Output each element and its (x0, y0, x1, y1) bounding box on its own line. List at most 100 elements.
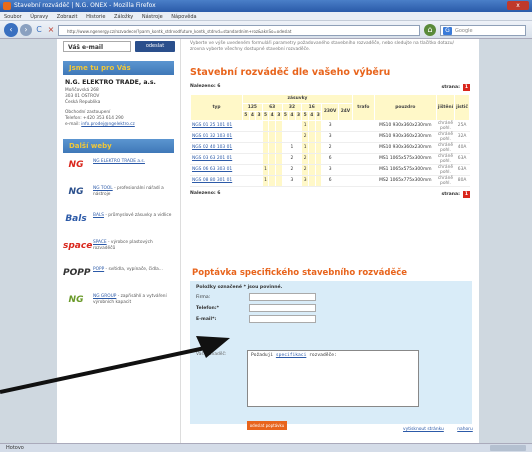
web-link[interactable]: SPACE (93, 240, 107, 245)
specifikace-link[interactable]: specifikaci (276, 353, 306, 358)
pouzdro-cell: MS10 930x360x230mm (373, 141, 437, 154)
menu-bookmarks[interactable]: Záložky (114, 14, 133, 20)
table-cell (242, 163, 250, 176)
table-cell (281, 174, 290, 187)
trafo-cell (351, 163, 375, 176)
message-textarea[interactable]: Požaduji specifikaci rozvaděče: (247, 350, 419, 407)
table-cell (274, 174, 283, 187)
menu-history[interactable]: Historie (86, 14, 105, 20)
page-number[interactable]: 1 (463, 84, 470, 91)
newsletter-submit-button[interactable]: odeslat (135, 41, 175, 52)
print-page-link[interactable]: vytisknout stránku (403, 427, 444, 432)
results-count: Nalezeno: 6 (190, 190, 221, 196)
table-cell (294, 141, 303, 154)
pouzdro-cell: MS1 1065x575x300mm (373, 163, 437, 176)
forward-button[interactable]: › (20, 24, 32, 36)
address-bar[interactable]: http://www.ngenergy.cz/rozvadece/?parm_k… (58, 25, 420, 36)
web-link[interactable]: POPP (93, 267, 104, 272)
product-link[interactable]: NGS 08 80 301 01 (192, 178, 232, 183)
table-cell: 2 (301, 152, 309, 165)
reload-button[interactable]: C (33, 24, 45, 36)
search-bar[interactable]: G Google (440, 25, 526, 36)
home-button[interactable]: ⌂ (424, 24, 436, 36)
table-cell: 6 (321, 152, 340, 165)
table-cell (281, 152, 290, 165)
table-cell (261, 141, 270, 154)
web-link[interactable]: BALS (93, 213, 104, 218)
status-text: Hotovo (6, 445, 24, 451)
web-item[interactable]: NG NG TOOL - profesionální nářadí a nástr… (63, 184, 174, 207)
product-link[interactable]: NGS 01 25 101 01 (192, 123, 232, 128)
results-body: NGS 01 25 101 01 1 3 MS10 930x360x230mm chrá… (190, 119, 470, 187)
table-row[interactable]: NGS 06 63 303 01 1 2 2 3 MS1 1065x575x300mm ch… (190, 163, 470, 176)
message-text: rozvaděče: (306, 353, 337, 358)
web-logo: POPP (63, 268, 91, 278)
jisteni-cell: chráně pohl. (435, 119, 456, 132)
stop-button[interactable]: × (45, 24, 57, 36)
table-cell (268, 163, 276, 176)
web-link[interactable]: NG TOOL (93, 186, 113, 191)
sub-header: 24V (338, 102, 353, 121)
email-label: E-mail*: (196, 317, 217, 322)
web-logo: NG (68, 295, 84, 305)
telefon-label: Telefon:* (196, 306, 219, 311)
menu-view[interactable]: Zobrazit (57, 14, 78, 20)
close-window-button[interactable]: x (507, 1, 529, 10)
table-row[interactable]: NGS 08 80 301 01 1 3 3 6 MS2 1065x775x300mm ch… (190, 174, 470, 187)
table-cell (307, 141, 316, 154)
table-row[interactable]: NGS 01 25 101 01 1 3 MS10 930x360x230mm chrá… (190, 119, 470, 132)
table-cell (268, 119, 276, 132)
sub-header: 125 (242, 102, 263, 112)
table-row[interactable]: NGS 03 63 201 01 2 2 6 MS1 1065x575x300mm chr… (190, 152, 470, 165)
web-item[interactable]: space SPACE - výrobce plastových rozvaděč… (63, 238, 174, 261)
web-item[interactable]: NG NG GROUP - zapřisáhlí a vytváření výro… (63, 292, 174, 315)
web-link[interactable]: NG ELEKTRO TRADE a.s. (93, 159, 145, 164)
table-cell: 3 (321, 163, 340, 176)
web-link[interactable]: NG GROUP (93, 294, 116, 299)
trafo-cell (351, 141, 375, 154)
table-cell (268, 141, 276, 154)
web-description: SPACE - výrobce plastových rozvaděčů (93, 240, 175, 251)
product-link[interactable]: NGS 01 32 103 01 (192, 134, 232, 139)
pouzdro-cell: MS10 930x360x230mm (373, 130, 437, 143)
web-item[interactable]: POPP POPP - svítidla, vypínače, čidla... (63, 265, 174, 288)
firma-input[interactable] (249, 293, 316, 301)
table-cell (314, 152, 323, 165)
jisteni-cell: chráně pohl. (435, 141, 456, 154)
product-link[interactable]: NGS 03 63 201 01 (192, 156, 232, 161)
product-link[interactable]: NGS 02 40 103 01 (192, 145, 232, 150)
status-indicator (490, 445, 526, 451)
table-cell: 1 (261, 174, 270, 187)
table-cell (294, 119, 303, 132)
table-cell (294, 130, 303, 143)
web-item[interactable]: Bals BALS - průmyslové zásuvky a vidlice (63, 211, 174, 234)
table-cell (242, 174, 250, 187)
email-input[interactable] (249, 315, 316, 323)
telefon-input[interactable] (249, 304, 316, 312)
table-cell (288, 119, 296, 132)
table-row[interactable]: NGS 01 32 103 01 2 3 MS10 930x360x230mm chrá… (190, 130, 470, 143)
table-cell: 1 (301, 119, 309, 132)
page-number[interactable]: 1 (463, 190, 470, 198)
menu-tools[interactable]: Nástroje (142, 14, 163, 20)
back-to-top-link[interactable]: nahoru (457, 427, 473, 432)
table-cell (255, 130, 263, 143)
email-link[interactable]: info.prodej@ngelektro.cz (81, 122, 135, 127)
menu-edit[interactable]: Úpravy (30, 14, 48, 20)
email-input[interactable]: Váš e-mail (63, 41, 131, 52)
table-row[interactable]: NGS 02 40 103 01 1 1 2 MS10 930x360x230mm chr… (190, 141, 470, 154)
message-label: Váš rozvaděč: (196, 352, 227, 357)
nav-toolbar: ‹ › C × http://www.ngenergy.cz/rozvadece… (0, 21, 532, 39)
product-link[interactable]: NGS 06 63 303 01 (192, 167, 232, 172)
menu-help[interactable]: Nápověda (171, 14, 196, 20)
jistic-cell: 40A (454, 141, 470, 154)
search-placeholder: Google (455, 28, 473, 34)
table-cell (274, 119, 283, 132)
back-button[interactable]: ‹ (4, 23, 18, 37)
menu-file[interactable]: Soubor (4, 14, 22, 20)
jistic-cell: 80A (454, 174, 470, 187)
trafo-cell (351, 119, 375, 132)
about-heading: Jsme tu pro Vás (63, 61, 174, 75)
web-item[interactable]: NG NG ELEKTRO TRADE a.s. (63, 157, 174, 180)
submit-inquiry-button[interactable]: odeslat poptávku (247, 421, 287, 430)
